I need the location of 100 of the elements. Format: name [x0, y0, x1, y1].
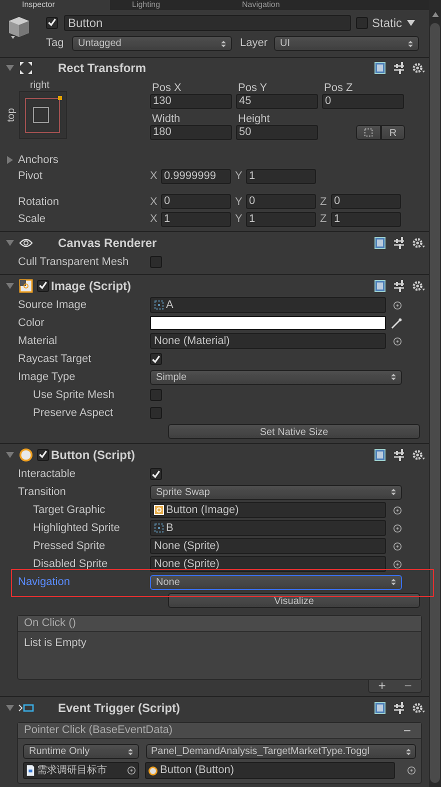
target-icon[interactable] [393, 336, 402, 346]
target-icon[interactable] [393, 300, 402, 310]
number-field[interactable]: 0 [161, 194, 231, 210]
number-field[interactable]: 0 [246, 194, 316, 210]
name-field[interactable]: Button [64, 14, 351, 31]
action-button[interactable]: Visualize [168, 592, 420, 608]
anchor-preset-drawing[interactable] [19, 91, 67, 140]
sprite-icon [154, 523, 164, 534]
axis-label: Y [235, 169, 244, 184]
cube-icon [8, 16, 30, 40]
sliders-icon[interactable] [393, 448, 405, 461]
property-label: Raycast Target [17, 352, 92, 367]
number-field[interactable]: 0 [331, 194, 401, 210]
expanded-triangle-icon[interactable] [6, 282, 14, 290]
anchor-horizontal-label: right [29, 79, 50, 92]
layer-dropdown[interactable]: UI [274, 36, 419, 52]
property-label: Color [17, 316, 46, 331]
checkbox[interactable] [150, 256, 162, 268]
dropdown[interactable]: None [150, 574, 402, 590]
event-list-header: On Click () [18, 616, 421, 632]
number-field[interactable]: 50 [236, 125, 318, 140]
dropdown[interactable]: Sprite Swap [150, 484, 402, 500]
property-label: Preserve Aspect [32, 406, 114, 421]
number-field[interactable]: 130 [150, 94, 232, 110]
remove-button[interactable]: − [404, 680, 412, 692]
object-field[interactable]: Button (Image) [150, 502, 386, 518]
expanded-triangle-icon[interactable] [6, 238, 14, 247]
target-icon[interactable] [407, 766, 416, 776]
settings-icon[interactable] [412, 280, 425, 292]
target-icon[interactable] [127, 766, 136, 776]
help-book-icon[interactable] [374, 280, 386, 292]
checkbox[interactable] [37, 280, 49, 292]
blueprint-mode-button[interactable] [356, 125, 381, 140]
help-book-icon[interactable] [374, 448, 386, 461]
layer-label: Layer [240, 36, 269, 52]
checkbox[interactable] [150, 407, 162, 420]
property-label: Material [17, 334, 58, 349]
checkbox[interactable] [37, 448, 49, 461]
tab[interactable]: Inspector [0, 0, 110, 10]
object-field[interactable]: Button (Button) [145, 762, 395, 780]
help-book-icon[interactable] [374, 62, 386, 74]
number-field[interactable]: 1 [161, 212, 231, 227]
expanded-triangle-icon[interactable] [6, 64, 14, 72]
number-field[interactable]: 1 [331, 212, 401, 227]
tag-dropdown[interactable]: Untagged [72, 36, 232, 52]
action-button[interactable]: Set Native Size [168, 424, 420, 439]
script-file-icon [26, 765, 35, 776]
number-field[interactable]: 1 [246, 212, 316, 227]
checkbox[interactable] [150, 468, 162, 480]
sliders-icon[interactable] [393, 280, 405, 292]
settings-icon[interactable] [412, 702, 425, 714]
checkbox[interactable] [150, 389, 162, 402]
property-label: Use Sprite Mesh [32, 388, 116, 403]
sliders-icon[interactable] [393, 236, 405, 249]
settings-icon[interactable] [412, 448, 425, 461]
expanded-triangle-icon[interactable] [6, 704, 14, 712]
number-field[interactable]: 45 [236, 94, 318, 110]
object-field[interactable]: None (Sprite) [150, 556, 386, 572]
help-book-icon[interactable] [374, 702, 386, 714]
component-title: Image (Script) [51, 278, 132, 295]
raw-edit-button[interactable]: R [381, 125, 405, 140]
settings-icon[interactable] [412, 236, 425, 249]
sliders-icon[interactable] [393, 62, 405, 74]
dropdown[interactable]: Simple [150, 370, 402, 385]
add-button[interactable]: + [378, 680, 386, 692]
dropdown-arrows-icon [408, 40, 413, 48]
object-field[interactable]: B [150, 520, 386, 536]
collapsed-triangle-icon[interactable] [6, 156, 14, 164]
eye-icon [19, 238, 33, 248]
dropdown-arrows-icon [391, 578, 396, 586]
axis-label: X [150, 212, 158, 228]
scrollbar[interactable] [429, 0, 441, 787]
checkbox[interactable] [46, 16, 58, 29]
runtime-dropdown[interactable]: Runtime Only [23, 744, 139, 760]
help-book-icon[interactable] [374, 236, 386, 249]
color-swatch[interactable] [150, 316, 386, 330]
caret-icon[interactable] [407, 20, 416, 26]
object-field[interactable]: A [150, 297, 386, 314]
axis-label: X [150, 194, 158, 210]
sliders-icon[interactable] [393, 702, 405, 714]
number-field[interactable]: 0 [322, 94, 404, 110]
property-label: Navigation [17, 574, 71, 590]
checkbox[interactable] [150, 353, 162, 366]
object-field[interactable]: None (Material) [150, 333, 386, 350]
settings-icon[interactable] [412, 62, 425, 74]
object-field[interactable]: None (Sprite) [150, 538, 386, 554]
function-dropdown[interactable]: Panel_DemandAnalysis_TargetMarketType.Toggl [146, 744, 416, 760]
eyedropper-icon[interactable] [391, 318, 402, 329]
property-label: Target Graphic [32, 502, 106, 518]
expanded-triangle-icon[interactable] [6, 450, 14, 459]
object-field[interactable]: 需求调研目标市 [23, 762, 139, 780]
anchor-vertical-label: top [5, 108, 18, 122]
number-field[interactable]: 0.9999999 [161, 169, 231, 184]
number-field[interactable]: 180 [150, 125, 232, 140]
checkbox[interactable] [356, 16, 368, 29]
scroll-up-icon[interactable] [432, 12, 438, 17]
anchors-foldout[interactable]: Anchors [18, 152, 58, 168]
remove-button[interactable]: − [403, 724, 411, 737]
number-field[interactable]: 1 [246, 169, 316, 184]
dropdown-arrows-icon [406, 748, 411, 756]
